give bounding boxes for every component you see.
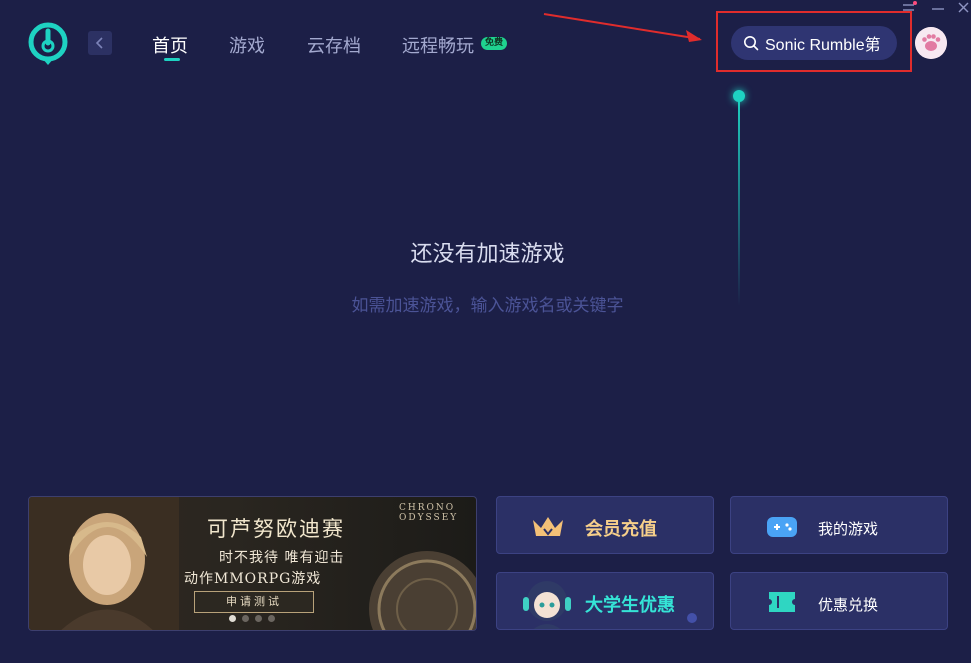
free-badge: 免费 bbox=[481, 37, 508, 50]
redeem-label: 优惠兑换 bbox=[818, 596, 879, 614]
banner-character-image bbox=[29, 497, 179, 630]
anime-mascot-icon bbox=[523, 581, 571, 629]
nav-active-indicator bbox=[164, 58, 180, 61]
carousel-dot[interactable] bbox=[242, 615, 249, 622]
promo-banner[interactable]: 可芦努欧迪赛 时不我待 唯有迎击 动作MMORPG游戏 申请测试 CHRONO … bbox=[28, 496, 477, 631]
annotation-highlight-box bbox=[716, 11, 912, 72]
nav-tab-games[interactable]: 游戏 bbox=[229, 32, 265, 58]
banner-clock-artwork bbox=[369, 551, 476, 630]
close-icon[interactable] bbox=[954, 0, 971, 16]
carousel-dot[interactable] bbox=[229, 615, 236, 622]
banner-genre: 动作MMORPG游戏 bbox=[184, 571, 322, 587]
carousel-dots bbox=[229, 615, 275, 622]
student-discount-label: 大学生优惠 bbox=[585, 595, 675, 616]
carousel-dot[interactable] bbox=[255, 615, 262, 622]
chrono-odyssey-logo: CHRONO ODYSSEY bbox=[399, 503, 459, 523]
pointer-dot bbox=[733, 90, 745, 102]
minimize-icon[interactable] bbox=[928, 0, 948, 16]
vip-recharge-label: 会员充值 bbox=[585, 519, 657, 540]
student-discount-card[interactable]: 大学生优惠 bbox=[496, 572, 714, 630]
pointer-line bbox=[738, 96, 740, 306]
nav-tab-remote-play[interactable]: 远程畅玩 bbox=[402, 32, 474, 58]
empty-state-subtitle: 如需加速游戏，输入游戏名或关键字 bbox=[351, 296, 624, 316]
redeem-card[interactable]: 优惠兑换 bbox=[730, 572, 948, 630]
my-games-label: 我的游戏 bbox=[818, 520, 879, 538]
nav-tab-home[interactable]: 首页 bbox=[152, 32, 188, 58]
chevron-left-icon bbox=[95, 37, 103, 49]
app-logo-icon bbox=[28, 22, 68, 66]
crown-icon bbox=[533, 517, 563, 536]
banner-title: 可芦努欧迪赛 bbox=[207, 517, 345, 541]
back-button[interactable] bbox=[88, 31, 112, 55]
banner-tagline: 时不我待 唯有迎击 bbox=[219, 550, 345, 566]
decor-dot-icon bbox=[687, 613, 697, 623]
gamepad-icon bbox=[767, 517, 797, 537]
menu-icon[interactable] bbox=[900, 0, 920, 16]
user-avatar[interactable] bbox=[915, 27, 947, 59]
vip-recharge-card[interactable]: 会员充值 bbox=[496, 496, 714, 554]
empty-state-title: 还没有加速游戏 bbox=[410, 242, 565, 267]
apply-test-button[interactable]: 申请测试 bbox=[194, 591, 314, 613]
carousel-dot[interactable] bbox=[268, 615, 275, 622]
ticket-icon bbox=[769, 592, 795, 612]
annotation-arrow bbox=[543, 13, 702, 42]
my-games-card[interactable]: 我的游戏 bbox=[730, 496, 948, 554]
nav-tab-cloud-saves[interactable]: 云存档 bbox=[307, 32, 361, 58]
cat-paw-avatar-icon bbox=[915, 27, 947, 59]
